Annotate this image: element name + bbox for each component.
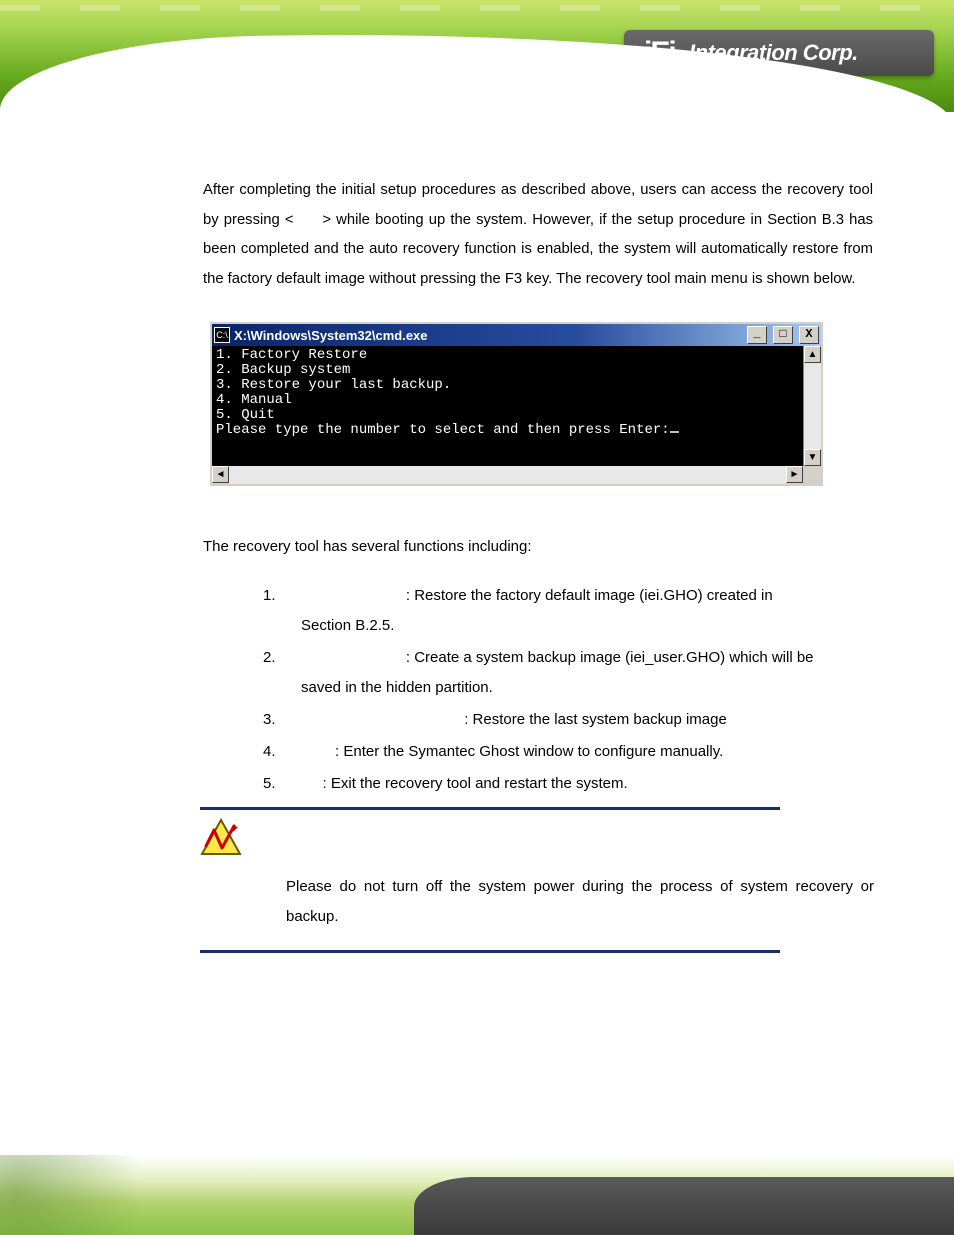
idx: 5. <box>263 769 285 799</box>
close-button[interactable]: X <box>799 326 819 344</box>
desc-cont: Section B.2.5. <box>301 611 883 641</box>
gap <box>285 649 406 666</box>
warning-rule-top <box>200 807 780 810</box>
warning-icon <box>200 818 242 858</box>
gap <box>285 775 323 792</box>
gap <box>285 587 406 604</box>
desc-cont: saved in the hidden partition. <box>301 673 883 703</box>
scroll-up-button[interactable]: ▲ <box>804 346 821 363</box>
desc: : Restore the factory default image (iei… <box>406 587 773 604</box>
menu-line-2: 2. Backup system <box>216 362 350 378</box>
vertical-scrollbar[interactable]: ▲ ▼ <box>803 346 821 466</box>
footer-banner <box>0 1155 954 1235</box>
titlebar: C:\ X:\Windows\System32\cmd.exe _ □ X <box>212 324 821 346</box>
scroll-track-v[interactable] <box>804 363 821 449</box>
key-gap <box>299 212 318 228</box>
function-item-2: 2. : Create a system backup image (iei_u… <box>263 643 883 703</box>
scroll-down-button[interactable]: ▼ <box>804 449 821 466</box>
gap <box>285 711 464 728</box>
gap <box>285 743 335 760</box>
desc: : Restore the last system backup image <box>464 711 727 728</box>
menu-line-5: 5. Quit <box>216 407 275 423</box>
horizontal-scrollbar[interactable]: ◄ ► <box>212 466 821 484</box>
cmd-window: C:\ X:\Windows\System32\cmd.exe _ □ X 1.… <box>210 322 823 486</box>
scroll-track-h[interactable] <box>229 466 786 484</box>
maximize-button[interactable]: □ <box>773 326 793 344</box>
window-title: X:\Windows\System32\cmd.exe <box>234 328 428 343</box>
menu-line-1: 1. Factory Restore <box>216 347 367 363</box>
idx: 2. <box>263 643 285 673</box>
warning-text: Please do not turn off the system power … <box>286 872 874 932</box>
page-content: After completing the initial setup proce… <box>203 176 873 961</box>
menu-line-4: 4. Manual <box>216 392 292 408</box>
desc: : Create a system backup image (iei_user… <box>406 649 814 666</box>
function-item-1: 1. : Restore the factory default image (… <box>263 581 883 641</box>
prompt-line: Please type the number to select and the… <box>216 422 670 438</box>
decor-lines <box>0 5 954 11</box>
intro-paragraph: After completing the initial setup proce… <box>203 176 873 294</box>
scroll-corner <box>803 466 821 484</box>
idx: 3. <box>263 705 285 735</box>
function-item-4: 4. : Enter the Symantec Ghost window to … <box>263 737 883 767</box>
idx: 1. <box>263 581 285 611</box>
desc: : Enter the Symantec Ghost window to con… <box>335 743 723 760</box>
warning-rule-bottom <box>200 950 780 953</box>
system-menu-icon[interactable]: C:\ <box>214 327 230 343</box>
function-item-5: 5. : Exit the recovery tool and restart … <box>263 769 883 799</box>
terminal[interactable]: 1. Factory Restore 2. Backup system 3. R… <box>212 346 803 466</box>
header-banner: iEi . Integration Corp. <box>0 0 954 112</box>
function-item-3: 3. : Restore the last system backup imag… <box>263 705 883 735</box>
functions-intro: The recovery tool has several functions … <box>203 538 873 555</box>
functions-list: 1. : Restore the factory default image (… <box>263 581 883 799</box>
menu-line-3: 3. Restore your last backup. <box>216 377 451 393</box>
idx: 4. <box>263 737 285 767</box>
text-cursor <box>670 431 679 433</box>
scroll-right-button[interactable]: ► <box>786 466 803 483</box>
desc: : Exit the recovery tool and restart the… <box>323 775 628 792</box>
minimize-button[interactable]: _ <box>747 326 767 344</box>
scroll-left-button[interactable]: ◄ <box>212 466 229 483</box>
